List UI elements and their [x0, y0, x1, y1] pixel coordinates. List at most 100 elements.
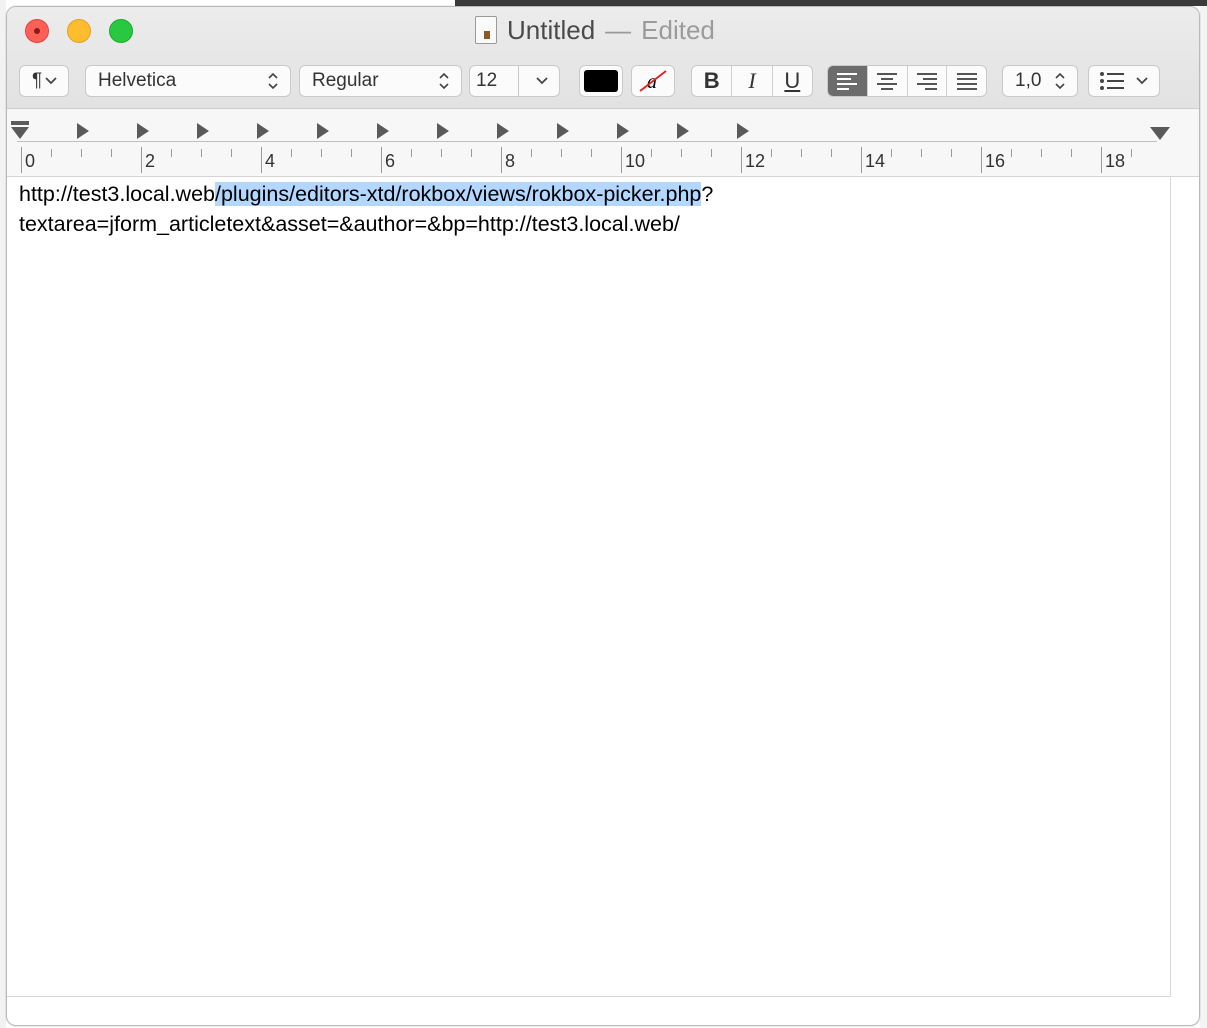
- typeface-value: Regular: [312, 70, 379, 91]
- ruler-minor-tick: [711, 149, 712, 157]
- ruler-minor-tick: [591, 149, 592, 157]
- typeface-popup[interactable]: Regular: [299, 65, 462, 97]
- paragraph-styles-popup[interactable]: ¶: [19, 65, 69, 97]
- tab-stop-marker[interactable]: [257, 123, 269, 139]
- ruler-minor-tick: [171, 149, 172, 157]
- underline-label: U: [784, 68, 801, 93]
- align-right-button[interactable]: [906, 66, 947, 96]
- edited-status: Edited: [641, 14, 715, 45]
- left-indent-triangle[interactable]: [11, 127, 29, 139]
- font-size-input[interactable]: 12: [476, 70, 497, 92]
- ruler-label: 16: [985, 151, 1006, 171]
- font-family-popup[interactable]: Helvetica: [85, 65, 291, 97]
- window-title-text: Untitled: [507, 14, 596, 45]
- ruler-minor-tick: [1011, 149, 1012, 157]
- text-before-selection: http://test3.local.web: [19, 182, 215, 206]
- ruler-minor-tick: [471, 149, 472, 157]
- ruler-minor-tick: [681, 149, 682, 157]
- justify-icon: [956, 73, 977, 90]
- desktop-edge-right: [1200, 0, 1207, 1028]
- list-bullets-icon: [1100, 72, 1124, 90]
- ruler-label: 14: [865, 151, 886, 171]
- ruler-minor-tick: [831, 149, 832, 157]
- line-spacing-popup[interactable]: 1,0: [1002, 65, 1078, 97]
- tab-stop-marker[interactable]: [317, 123, 329, 139]
- ruler-baseline: [17, 141, 1157, 142]
- ruler-minor-tick: [561, 149, 562, 157]
- bold-button[interactable]: B: [692, 66, 731, 96]
- ruler-minor-tick: [531, 149, 532, 157]
- list-popup[interactable]: [1088, 65, 1160, 97]
- align-left-button[interactable]: [828, 66, 867, 96]
- align-center-button[interactable]: [866, 66, 907, 96]
- ruler-major-tick: [1101, 147, 1102, 173]
- align-center-icon: [877, 73, 898, 90]
- tab-stop-marker[interactable]: [377, 123, 389, 139]
- ruler-minor-tick: [111, 149, 112, 157]
- tab-stop-marker[interactable]: [437, 123, 449, 139]
- left-indent-marker[interactable]: [11, 121, 29, 143]
- tab-stop-marker[interactable]: [737, 123, 749, 139]
- right-indent-marker[interactable]: [1150, 127, 1170, 140]
- italic-button[interactable]: I: [731, 66, 771, 96]
- align-left-icon: [837, 73, 858, 90]
- ruler-minor-tick: [801, 149, 802, 157]
- justify-button[interactable]: [946, 66, 986, 96]
- tab-stop-marker[interactable]: [497, 123, 509, 139]
- ruler-label: 8: [505, 151, 516, 171]
- ruler-major-tick: [861, 147, 862, 173]
- chevron-down-icon: [45, 77, 57, 85]
- tab-stop-marker[interactable]: [197, 123, 209, 139]
- ruler-major-tick: [21, 147, 22, 173]
- ruler-major-tick: [141, 147, 142, 173]
- tab-stop-marker[interactable]: [557, 123, 569, 139]
- ruler-label: 18: [1105, 151, 1126, 171]
- ruler-minor-tick: [411, 149, 412, 157]
- tab-stop-marker[interactable]: [617, 123, 629, 139]
- ruler-label: 4: [265, 151, 276, 171]
- text-color-swatch: [584, 70, 618, 92]
- ruler-minor-tick: [891, 149, 892, 157]
- title-bar: Untitled — Edited ¶ Helvetica Regular 12: [7, 7, 1199, 109]
- text-after-selection: ?: [701, 182, 714, 206]
- combo-divider: [518, 66, 519, 96]
- minimize-window-button[interactable]: [67, 19, 91, 43]
- ruler-minor-tick: [651, 149, 652, 157]
- tab-stop-marker[interactable]: [677, 123, 689, 139]
- chevron-down-icon: [1136, 77, 1148, 85]
- first-line-indent-marker[interactable]: [11, 121, 29, 125]
- ruler-minor-tick: [441, 149, 442, 157]
- document-text[interactable]: http://test3.local.web/plugins/editors-x…: [19, 179, 1159, 239]
- ruler-minor-tick: [321, 149, 322, 157]
- ruler-minor-tick: [1131, 149, 1132, 157]
- ruler-minor-tick: [951, 149, 952, 157]
- tab-stop-marker[interactable]: [137, 123, 149, 139]
- ruler[interactable]: 0 2 4 6 8 10 12 14 16 18: [7, 109, 1199, 177]
- updown-chevron-icon: [1055, 72, 1065, 90]
- font-size-combo[interactable]: 12: [469, 65, 560, 97]
- paragraph-icon: ¶: [32, 70, 43, 91]
- text-line-2: textarea=jform_articletext&asset=&author…: [19, 212, 680, 236]
- italic-label: I: [748, 68, 756, 93]
- document-icon[interactable]: [475, 16, 497, 44]
- ruler-label: 6: [385, 151, 396, 171]
- ruler-label: 0: [25, 151, 36, 171]
- document-text-view[interactable]: http://test3.local.web/plugins/editors-x…: [7, 177, 1171, 997]
- window-title: Untitled — Edited: [475, 15, 715, 45]
- zoom-window-button[interactable]: [109, 19, 133, 43]
- chevron-down-icon[interactable]: [535, 70, 549, 92]
- ruler-major-tick: [981, 147, 982, 173]
- ruler-major-tick: [741, 147, 742, 173]
- ruler-minor-tick: [291, 149, 292, 157]
- tab-stop-marker[interactable]: [77, 123, 89, 139]
- bold-label: B: [703, 68, 720, 93]
- ruler-minor-tick: [771, 149, 772, 157]
- line-spacing-value: 1,0: [1015, 70, 1042, 91]
- close-window-button[interactable]: [25, 19, 49, 43]
- underline-button[interactable]: U: [771, 66, 812, 96]
- text-color-well[interactable]: [579, 65, 623, 97]
- ruler-major-tick: [501, 147, 502, 173]
- text-background-color-well[interactable]: a: [631, 65, 675, 97]
- updown-chevron-icon: [268, 72, 278, 90]
- ruler-minor-tick: [1041, 149, 1042, 157]
